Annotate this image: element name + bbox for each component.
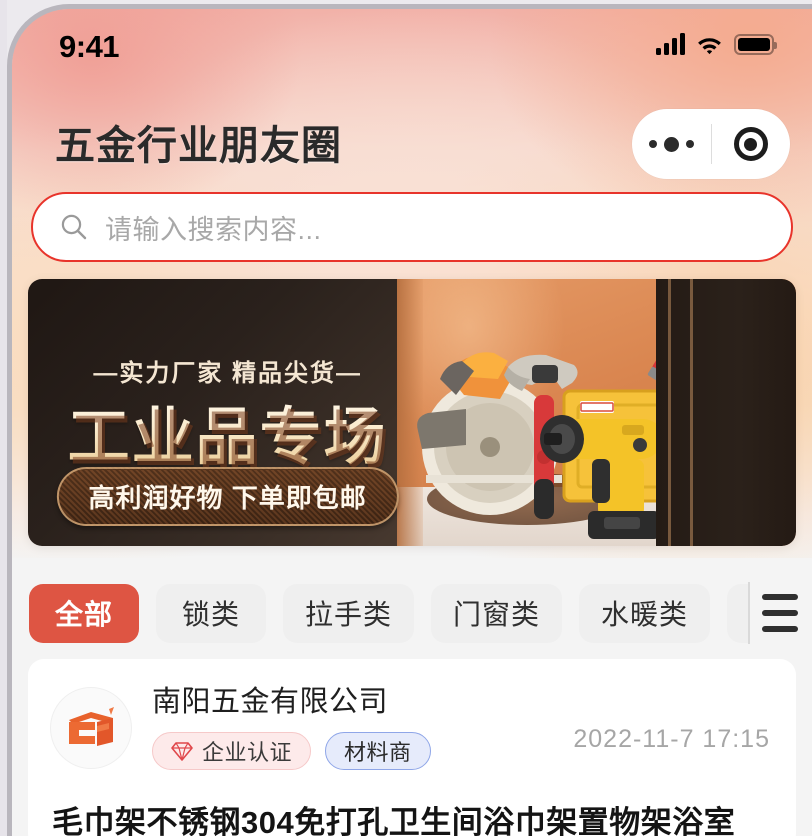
status-badge-supplier: 材料商 <box>325 731 431 770</box>
category-tab-label: 水暖类 <box>601 599 689 630</box>
app-screen: 9:41 五金行业朋友圈 请输入搜索内容... —实力厂家 精品尖货— 工业品专… <box>12 9 812 836</box>
category-tab-2[interactable]: 拉手类 <box>283 583 415 643</box>
status-bar-time: 9:41 <box>59 29 120 64</box>
badge-label: 材料商 <box>344 739 412 765</box>
phone-frame: 9:41 五金行业朋友圈 请输入搜索内容... —实力厂家 精品尖货— 工业品专… <box>0 0 812 836</box>
battery-icon <box>734 33 777 55</box>
post-card[interactable]: 南阳五金有限公司 企业认证 材料商 2022-11-7 17:15 毛巾架不锈钢3… <box>28 659 796 836</box>
wechat-capsule <box>632 109 790 179</box>
status-bar: 9:41 <box>12 9 812 85</box>
post-card-header: 南阳五金有限公司 企业认证 材料商 <box>50 686 431 770</box>
page-title: 五金行业朋友圈 <box>55 124 342 168</box>
search-bar[interactable]: 请输入搜索内容... <box>31 192 793 262</box>
category-tab-bar: 全部锁类拉手类门窗类水暖类装饰类工 <box>12 574 812 652</box>
shop-badges: 企业认证 材料商 <box>152 731 431 770</box>
search-input-placeholder[interactable]: 请输入搜索内容... <box>105 208 322 247</box>
cellular-signal-icon <box>656 33 685 55</box>
search-icon <box>61 214 87 240</box>
category-tab-4[interactable]: 水暖类 <box>579 583 711 643</box>
banner-title: 工业品专场 <box>68 386 388 476</box>
status-badge-cert: 企业认证 <box>152 731 312 770</box>
wifi-icon <box>698 37 721 54</box>
category-tab-label: 拉手类 <box>305 599 393 630</box>
avatar[interactable] <box>50 687 132 769</box>
banner-text-block: —实力厂家 精品尖货— 工业品专场 高利润好物 下单即包邮 <box>28 279 427 546</box>
post-title[interactable]: 毛巾架不锈钢304免打孔卫生间浴巾架置物架浴室 <box>52 797 735 836</box>
company-logo-icon <box>69 707 114 746</box>
tab-bar-divider <box>748 582 750 644</box>
category-tab-3[interactable]: 门窗类 <box>431 583 563 643</box>
promo-banner[interactable]: —实力厂家 精品尖货— 工业品专场 高利润好物 下单即包邮 <box>28 279 796 546</box>
banner-pill-text: 高利润好物 下单即包邮 <box>56 467 399 526</box>
badge-label: 企业认证 <box>202 739 293 765</box>
target-circle-icon[interactable] <box>712 127 791 161</box>
category-tab-0[interactable]: 全部 <box>29 583 139 643</box>
phone-bezel-left <box>0 0 7 836</box>
category-tab-5[interactable]: 装饰类 <box>727 583 748 643</box>
category-tab-label: 锁类 <box>181 599 240 630</box>
more-dots-icon[interactable] <box>632 136 711 152</box>
category-tab-label: 全部 <box>54 599 113 630</box>
category-tab-label: 门窗类 <box>453 599 541 630</box>
category-tab-scroller[interactable]: 全部锁类拉手类门窗类水暖类装饰类工 <box>12 574 748 652</box>
status-bar-icons <box>656 33 777 55</box>
banner-right-panel <box>656 279 796 546</box>
hamburger-menu-icon[interactable] <box>758 574 812 652</box>
banner-subtitle: —实力厂家 精品尖货— <box>93 360 363 387</box>
diamond-icon <box>171 742 193 761</box>
post-timestamp: 2022-11-7 17:15 <box>573 725 770 753</box>
post-card-meta: 南阳五金有限公司 企业认证 材料商 <box>152 686 431 770</box>
shop-name[interactable]: 南阳五金有限公司 <box>152 686 431 719</box>
category-tab-1[interactable]: 锁类 <box>156 583 266 643</box>
